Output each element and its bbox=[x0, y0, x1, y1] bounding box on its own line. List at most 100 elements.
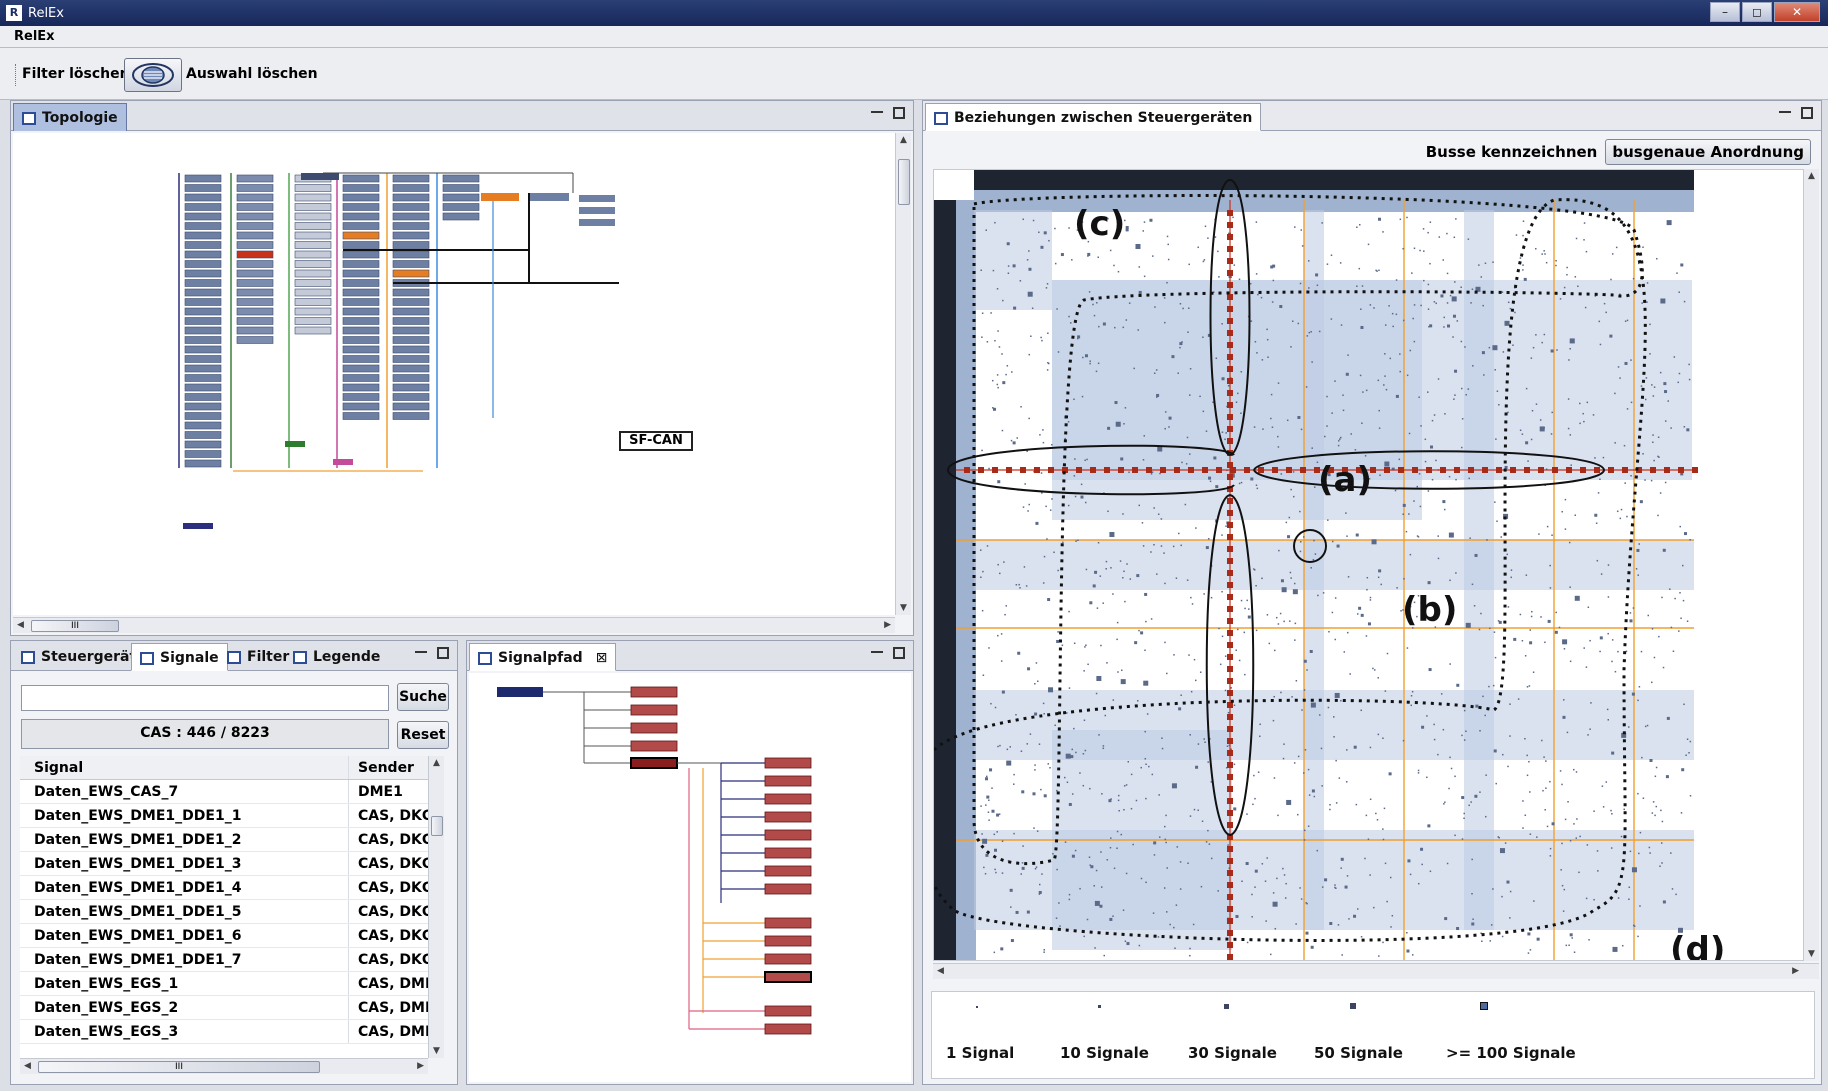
signal-dot bbox=[991, 787, 993, 789]
signal-search-input[interactable] bbox=[21, 685, 389, 711]
scroll-up-icon[interactable]: ▲ bbox=[900, 135, 907, 145]
signal-dot bbox=[1310, 945, 1314, 949]
tab-signalpfad[interactable]: Signalpfad ⊠ bbox=[469, 643, 617, 671]
scroll-left-icon[interactable]: ◀ bbox=[17, 620, 24, 630]
signal-dot bbox=[1197, 743, 1200, 745]
title-bar: R RelEx – ◻ ✕ bbox=[0, 0, 1828, 26]
scroll-down-icon[interactable]: ▼ bbox=[900, 603, 907, 613]
table-row[interactable]: Daten_EWS_DME1_DDE1_6CAS, DKG, E bbox=[20, 924, 440, 948]
matrix-hscrollbar[interactable]: ◀ ▶ bbox=[933, 963, 1819, 979]
table-row[interactable]: Daten_EWS_DME1_DDE1_2CAS, DKG, E bbox=[20, 828, 440, 852]
signal-dot bbox=[1680, 617, 1682, 620]
signal-dot bbox=[1087, 663, 1089, 666]
tab-label: Signale bbox=[160, 650, 219, 666]
minimize-view-icon[interactable] bbox=[871, 651, 883, 653]
signal-dot bbox=[1664, 481, 1667, 484]
signal-dot bbox=[1535, 403, 1538, 405]
signal-table-hscrollbar[interactable]: ◀ III ▶ bbox=[20, 1058, 428, 1074]
scroll-left-icon[interactable]: ◀ bbox=[937, 966, 944, 976]
signal-dot bbox=[996, 813, 1000, 817]
menu-item-relex[interactable]: RelEx bbox=[14, 29, 55, 44]
matrix-vscrollbar[interactable]: ▲ ▼ bbox=[1803, 169, 1819, 961]
scroll-right-icon[interactable]: ▶ bbox=[417, 1061, 424, 1071]
relations-tabbar: Beziehungen zwischen Steuergeräten bbox=[923, 101, 1821, 131]
minimize-view-icon[interactable] bbox=[415, 651, 427, 653]
relations-panel: Beziehungen zwischen Steuergeräten Busse… bbox=[922, 100, 1822, 1085]
signal-dot bbox=[1314, 553, 1317, 555]
column-header-signal[interactable]: Signal bbox=[34, 760, 83, 776]
close-tab-icon[interactable]: ⊠ bbox=[596, 650, 608, 666]
tab-signale[interactable]: Signale bbox=[131, 643, 228, 671]
signal-dot bbox=[1388, 772, 1392, 776]
scroll-up-icon[interactable]: ▲ bbox=[433, 758, 440, 768]
selection-clear-button[interactable]: Auswahl löschen bbox=[186, 66, 318, 82]
signal-dot bbox=[1571, 937, 1573, 939]
signal-dot bbox=[1412, 317, 1414, 320]
topology-vscrollbar[interactable]: ▲ ▼ bbox=[895, 133, 911, 615]
table-row[interactable]: Daten_EWS_EGS_2 CAS, DME1 bbox=[20, 996, 440, 1020]
bus-mark-toggle[interactable]: Busse kennzeichnen bbox=[1426, 143, 1598, 161]
scroll-left-icon[interactable]: ◀ bbox=[24, 1061, 31, 1071]
signal-dot bbox=[1659, 492, 1662, 494]
signal-dot bbox=[1395, 313, 1398, 316]
relation-matrix[interactable]: (a) (b) (c) (d) bbox=[933, 169, 1819, 961]
minimize-button[interactable]: – bbox=[1710, 2, 1740, 22]
scroll-right-icon[interactable]: ▶ bbox=[1792, 966, 1799, 976]
signal-table-vscrollbar[interactable]: ▲ ▼ bbox=[428, 756, 444, 1058]
signal-dot bbox=[1653, 656, 1656, 659]
table-row[interactable]: Daten_EWS_DME1_DDE1_4CAS, DKG, E bbox=[20, 876, 440, 900]
signal-dot bbox=[1662, 548, 1666, 552]
table-row[interactable]: Daten_EWS_DME1_DDE1_7CAS, DKG, E bbox=[20, 948, 440, 972]
close-button[interactable]: ✕ bbox=[1774, 2, 1820, 22]
scroll-right-icon[interactable]: ▶ bbox=[884, 620, 891, 630]
signal-path-canvas[interactable] bbox=[469, 673, 911, 1082]
scroll-down-icon[interactable]: ▼ bbox=[433, 1046, 440, 1056]
signal-dot bbox=[1614, 442, 1616, 444]
signal-dot bbox=[1152, 255, 1154, 257]
highlight-dot bbox=[1188, 467, 1194, 473]
scroll-up-icon[interactable]: ▲ bbox=[1808, 171, 1815, 181]
relation-matrix-graph bbox=[934, 170, 1818, 960]
bus-layout-button[interactable]: busgenaue Anordnung bbox=[1605, 139, 1811, 165]
maximize-view-icon[interactable] bbox=[437, 647, 449, 659]
signal-dot bbox=[985, 804, 987, 806]
signal-dot bbox=[1083, 935, 1085, 938]
scroll-thumb[interactable]: III bbox=[31, 620, 119, 632]
scroll-thumb[interactable] bbox=[431, 816, 443, 836]
table-row[interactable]: Daten_EWS_DME1_DDE1_3CAS, DKG, E bbox=[20, 852, 440, 876]
maximize-view-icon[interactable] bbox=[1801, 107, 1813, 119]
topology-canvas[interactable]: SF-CAN bbox=[13, 133, 895, 615]
table-row[interactable]: Daten_EWS_DME1_DDE1_5CAS, DKG, E bbox=[20, 900, 440, 924]
reset-button[interactable]: Reset bbox=[397, 721, 449, 749]
maximize-view-icon[interactable] bbox=[893, 107, 905, 119]
scroll-thumb[interactable]: III bbox=[38, 1061, 320, 1073]
signal-dot bbox=[1454, 775, 1456, 778]
table-row[interactable]: Daten_EWS_EGS_3 CAS, DME1 bbox=[20, 1020, 440, 1044]
maximize-view-icon[interactable] bbox=[893, 647, 905, 659]
signal-dot bbox=[1238, 278, 1241, 281]
selection-clear-icon[interactable] bbox=[124, 58, 182, 92]
topology-hscrollbar[interactable]: ◀ III ▶ bbox=[13, 617, 895, 633]
table-row[interactable]: Daten_EWS_CAS_7 DME1 bbox=[20, 780, 440, 804]
tab-relations[interactable]: Beziehungen zwischen Steuergeräten bbox=[925, 103, 1262, 131]
signal-dot bbox=[1377, 217, 1381, 221]
column-header-sender[interactable]: Sender bbox=[358, 760, 438, 776]
signal-dot bbox=[1189, 815, 1192, 817]
signal-dot bbox=[996, 288, 999, 290]
table-row[interactable]: Daten_EWS_DME1_DDE1_1CAS, DKG, E bbox=[20, 804, 440, 828]
signal-dot bbox=[1270, 265, 1274, 269]
tab-topologie[interactable]: Topologie bbox=[13, 103, 127, 131]
signal-dot bbox=[1652, 434, 1654, 436]
tab-legende[interactable]: Legende bbox=[285, 643, 388, 671]
signal-dot bbox=[1406, 931, 1408, 934]
scroll-thumb[interactable] bbox=[898, 159, 910, 205]
search-button[interactable]: Suche bbox=[397, 683, 449, 711]
scroll-down-icon[interactable]: ▼ bbox=[1808, 949, 1815, 959]
signal-dot bbox=[1384, 353, 1386, 355]
maximize-button[interactable]: ◻ bbox=[1742, 2, 1772, 22]
table-row[interactable]: Daten_EWS_EGS_1 CAS, DME1 bbox=[20, 972, 440, 996]
minimize-view-icon[interactable] bbox=[871, 111, 883, 113]
minimize-view-icon[interactable] bbox=[1779, 111, 1791, 113]
signal-dot bbox=[1620, 835, 1623, 838]
filter-clear-button[interactable]: Filter löschen bbox=[22, 66, 130, 82]
